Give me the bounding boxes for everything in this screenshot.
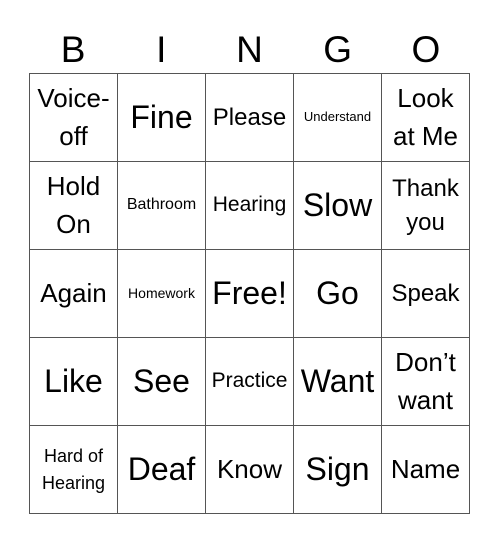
bingo-cell[interactable]: Go bbox=[294, 250, 382, 338]
bingo-cell[interactable]: Understand bbox=[294, 74, 382, 162]
bingo-cell-text: Again bbox=[40, 277, 107, 308]
header-letter-g: G bbox=[323, 29, 353, 70]
bingo-cell-text: Deaf bbox=[127, 451, 196, 488]
bingo-cell-text: Hearing bbox=[212, 193, 287, 217]
bingo-cell[interactable]: Hard of Hearing bbox=[30, 426, 118, 514]
bingo-cell-text: Go bbox=[316, 275, 359, 312]
bingo-cell-text: Understand bbox=[303, 109, 372, 125]
bingo-header: B I N G O bbox=[29, 28, 470, 72]
bingo-cell[interactable]: Like bbox=[30, 338, 118, 426]
bingo-cell[interactable]: Practice bbox=[206, 338, 294, 426]
bingo-cell[interactable]: Know bbox=[206, 426, 294, 514]
bingo-cell-text: Practice bbox=[211, 369, 288, 393]
bingo-cell-text: Want bbox=[300, 363, 375, 400]
bingo-cell[interactable]: Sign bbox=[294, 426, 382, 514]
bingo-cell-text: Free! bbox=[212, 275, 287, 312]
bingo-cell[interactable]: See bbox=[118, 338, 206, 426]
bingo-cell-text: Homework bbox=[128, 285, 195, 302]
header-letter-i: I bbox=[156, 29, 167, 70]
bingo-cell-text: Speak bbox=[391, 279, 460, 307]
bingo-cell-text: Hold On bbox=[46, 170, 101, 239]
bingo-cell-text: See bbox=[133, 363, 190, 400]
bingo-cell-text: Name bbox=[390, 453, 461, 484]
bingo-cell-text: Don’t want bbox=[395, 346, 456, 415]
bingo-cell[interactable]: Voice-off bbox=[30, 74, 118, 162]
bingo-cell[interactable]: Deaf bbox=[118, 426, 206, 514]
bingo-cell[interactable]: Thank you bbox=[382, 162, 470, 250]
bingo-cell-text: Sign bbox=[305, 451, 370, 488]
bingo-cell[interactable]: Please bbox=[206, 74, 294, 162]
bingo-cell[interactable]: Slow bbox=[294, 162, 382, 250]
bingo-cell[interactable]: Don’t want bbox=[382, 338, 470, 426]
bingo-cell[interactable]: Free! bbox=[206, 250, 294, 338]
bingo-cell[interactable]: Want bbox=[294, 338, 382, 426]
bingo-cell-text: Fine bbox=[130, 99, 193, 136]
bingo-cell[interactable]: Bathroom bbox=[118, 162, 206, 250]
bingo-cell[interactable]: Name bbox=[382, 426, 470, 514]
bingo-cell[interactable]: Hold On bbox=[30, 162, 118, 250]
bingo-board: Voice-off Fine Please Understand Look at Me H… bbox=[29, 73, 470, 514]
bingo-cell-text: Look at Me bbox=[392, 82, 459, 151]
header-letter-b: B bbox=[60, 29, 86, 70]
bingo-cell[interactable]: Hearing bbox=[206, 162, 294, 250]
bingo-cell-text: Bathroom bbox=[126, 196, 197, 214]
bingo-cell-text: Hard of Hearing bbox=[41, 446, 106, 493]
bingo-cell-text: Slow bbox=[302, 187, 373, 224]
bingo-cell[interactable]: Homework bbox=[118, 250, 206, 338]
bingo-cell-text: Voice-off bbox=[37, 82, 110, 151]
bingo-cell-text: Please bbox=[212, 103, 287, 131]
header-letter-o: O bbox=[411, 29, 441, 70]
bingo-cell[interactable]: Look at Me bbox=[382, 74, 470, 162]
bingo-cell-text: Like bbox=[44, 363, 103, 400]
bingo-cell-text: Know bbox=[216, 453, 283, 484]
bingo-cell[interactable]: Speak bbox=[382, 250, 470, 338]
bingo-cell[interactable]: Fine bbox=[118, 74, 206, 162]
bingo-cell[interactable]: Again bbox=[30, 250, 118, 338]
header-letter-n: N bbox=[236, 29, 263, 70]
bingo-cell-text: Thank you bbox=[392, 174, 459, 236]
